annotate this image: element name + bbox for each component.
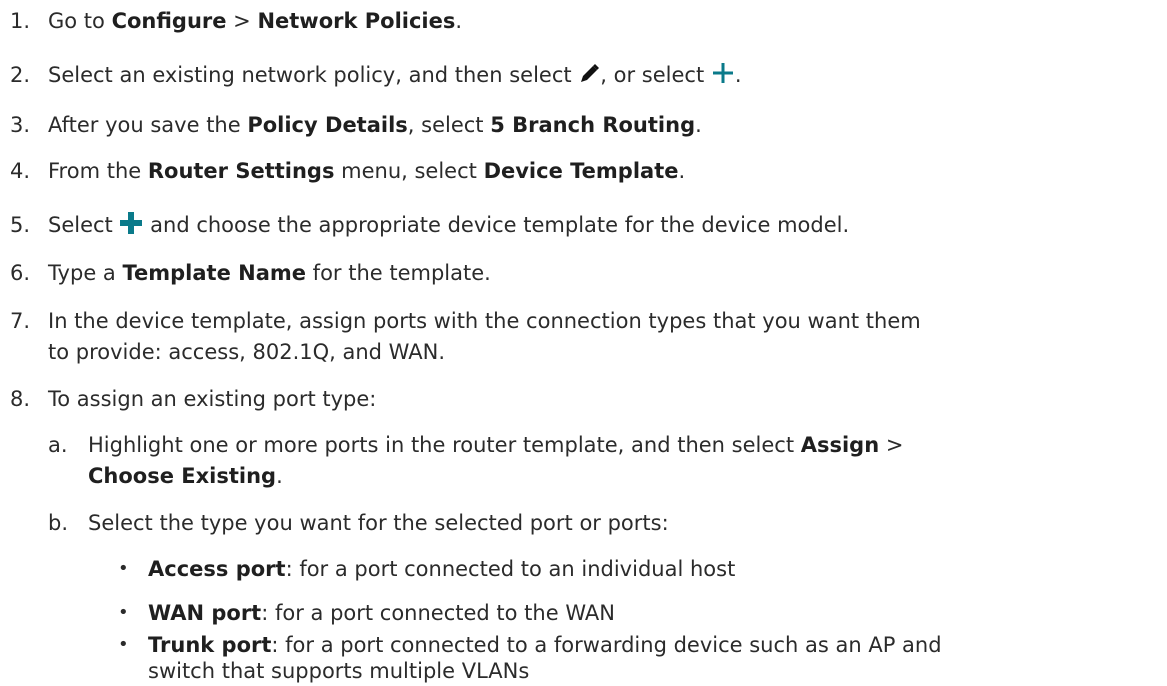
step-number: 2. (10, 63, 31, 87)
plus-icon (119, 211, 143, 243)
step-text: Type a Template Name for the template. (48, 261, 491, 285)
step-number: 1. (10, 9, 31, 33)
substep-text: Choose Existing. (88, 464, 283, 488)
bullet-dot: • (118, 558, 129, 579)
bullet-text: switch that supports multiple VLANs (148, 659, 530, 683)
substep-text: Select the type you want for the selecte… (88, 511, 669, 535)
step-number: 3. (10, 113, 31, 137)
step-number: 6. (10, 261, 31, 285)
plus-icon (711, 61, 735, 93)
step-number: 8. (10, 387, 31, 411)
step-text: In the device template, assign ports wit… (48, 309, 921, 333)
document: 1. Go to Configure > Network Policies. 2… (0, 0, 1167, 683)
step-text: To assign an existing port type: (48, 387, 377, 411)
step-number: 5. (10, 213, 31, 237)
pencil-icon (578, 63, 600, 93)
step-text: Select and choose the appropriate device… (48, 210, 849, 243)
bullet-dot: • (118, 634, 129, 655)
step-text: Select an existing network policy, and t… (48, 60, 742, 93)
bullet-text: Access port: for a port connected to an … (148, 557, 736, 581)
step-text: Go to Configure > Network Policies. (48, 9, 463, 33)
substep-number: b. (48, 511, 69, 535)
step-text: From the Router Settings menu, select De… (48, 159, 686, 183)
step-text: After you save the Policy Details, selec… (48, 113, 702, 137)
substep-text: Highlight one or more ports in the route… (88, 433, 904, 457)
bullet-text: WAN port: for a port connected to the WA… (148, 601, 616, 625)
bullet-dot: • (118, 602, 129, 623)
step-number: 7. (10, 309, 31, 333)
substep-number: a. (48, 433, 68, 457)
step-number: 4. (10, 159, 31, 183)
step-text: to provide: access, 802.1Q, and WAN. (48, 340, 446, 364)
